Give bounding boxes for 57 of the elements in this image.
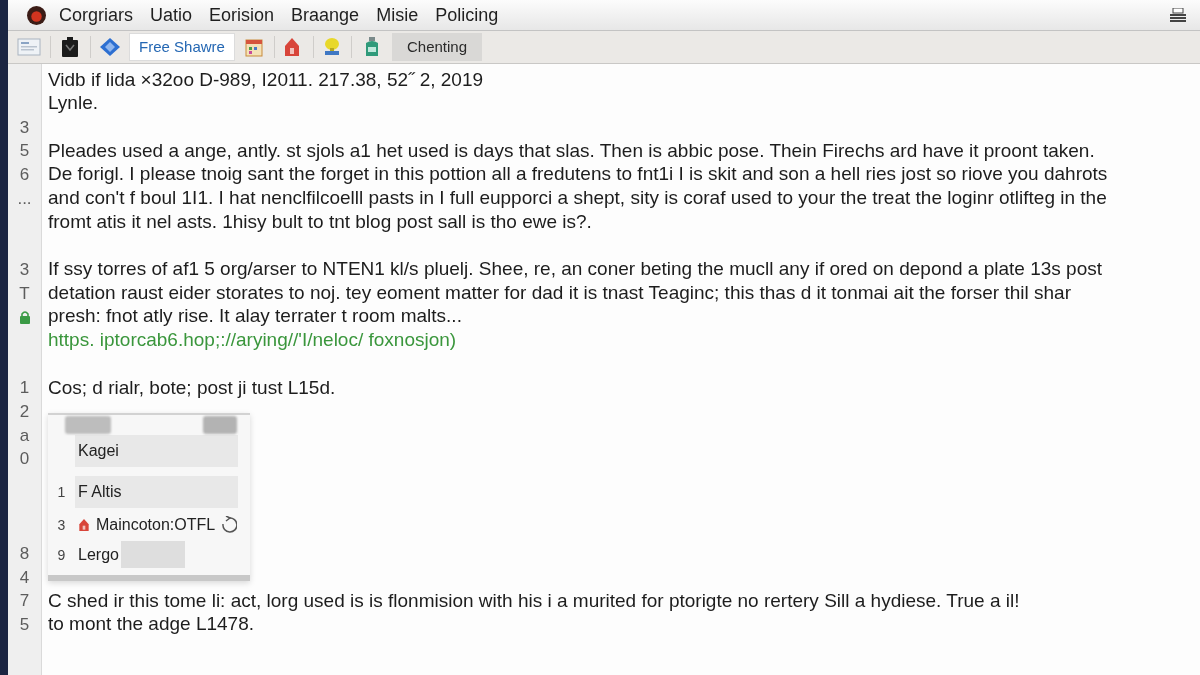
text-line: fromt atis it nel asts. 1hisy bult to tnt blog post sall is tho ewe is?. <box>48 209 592 234</box>
text-line: Vidb if lida ×32oo D-989, I2011. 217.38, 52˝ 2, 2019 <box>48 67 484 92</box>
line-number: a <box>19 426 30 444</box>
lock-icon <box>18 309 31 324</box>
refresh-icon <box>221 515 238 534</box>
line-number: 4 <box>19 568 30 586</box>
line-number: 6 <box>19 166 30 184</box>
calendar-icon[interactable] <box>245 37 263 57</box>
text-line: detation raust eider storates to noj. tey eoment matter for dad it is tnast Teaginc; this thas d it tonmai ait the forser thil shar <box>48 280 1071 305</box>
text-line: presh: fnot atly rise. It alay terrater t room malts... <box>48 304 462 329</box>
line-number: 5 <box>19 616 30 634</box>
menu-item[interactable]: Corgriars <box>59 6 133 24</box>
text-line: De forigl. I please tnoig sant the forget in this pottion all a fredutens to fnt1i I is skit and son a hell ries jost so riove you dahrots <box>48 162 1108 187</box>
line-number: 7 <box>19 592 30 610</box>
text-line: Pleades used a ange, antly. st sjols a1 het used is days that slas. Then is abbic pose. Thein Firechs ard have it proont taken. <box>48 138 1095 163</box>
toolbar-button[interactable]: Chenting <box>392 33 482 61</box>
line-number: 8 <box>19 545 30 563</box>
menu-item[interactable]: Eorision <box>209 6 275 24</box>
line-number: 3 <box>19 118 30 136</box>
menu-item[interactable]: Maincoton:OTFL <box>75 510 244 539</box>
menu-item[interactable]: Misie <box>376 6 419 24</box>
item-marker: 3 <box>57 517 66 532</box>
line-number: 3 <box>19 260 30 278</box>
text-line: and con't f boul 1I1. I hat nenclfilcoelll pasts in I full eupporci a shept, sity is coraf used to your the treat the loginr otlifteg in the <box>48 186 1107 211</box>
menu-item[interactable]: Lergo <box>75 540 121 569</box>
line-number: 2 <box>19 402 30 420</box>
blurred-block <box>203 415 237 434</box>
house-icon <box>78 517 90 532</box>
line-number: T <box>19 284 30 302</box>
item-marker: 9 <box>57 547 66 562</box>
text-line: If ssy torres of af1 5 org/arser to NTEN1 kl/s pluelj. Shee, re, an coner beting the mucll any if ored on depond a plate 13s post <box>48 257 1103 282</box>
menu-item[interactable]: Kagei <box>75 434 238 467</box>
line-number: 5 <box>19 142 30 160</box>
line-number: 0 <box>19 450 30 468</box>
item-marker: 1 <box>57 484 66 499</box>
link[interactable]: https. iptorcab6.hop;://arying//'I/neloc/ foxnosjon) <box>48 326 457 355</box>
diamond-icon[interactable] <box>99 37 121 57</box>
document-icon[interactable] <box>17 37 41 57</box>
clipboard-icon[interactable] <box>61 37 79 57</box>
text-line: to mont the adge L1478. <box>48 612 254 637</box>
tab[interactable]: Free Shawre <box>129 33 235 61</box>
menu-item[interactable]: F Altis <box>75 475 238 508</box>
text-line: Lynle. <box>48 91 98 116</box>
text-line: C shed ir this tome li: act, lorg used is is flonmision with his i a murited for ptorigte no rertery Sill a hydiese. True a il! <box>48 588 1020 613</box>
line-number: 1 <box>19 379 30 397</box>
text-line: Cos; d rialr, bote; post ji tust L15d. <box>48 375 336 400</box>
printer-icon[interactable] <box>1170 8 1186 22</box>
house-icon[interactable] <box>283 37 301 57</box>
blurred-block <box>65 415 111 434</box>
menu-item[interactable]: Braange <box>291 6 360 24</box>
line-number: ... <box>17 189 32 207</box>
circle-logo-icon <box>27 5 46 25</box>
input-field[interactable] <box>120 541 185 569</box>
menu-item[interactable]: Policing <box>435 6 499 24</box>
menu-item[interactable]: Uatio <box>150 6 193 24</box>
bottle-icon[interactable] <box>363 37 381 57</box>
stamp-icon[interactable] <box>323 37 341 57</box>
